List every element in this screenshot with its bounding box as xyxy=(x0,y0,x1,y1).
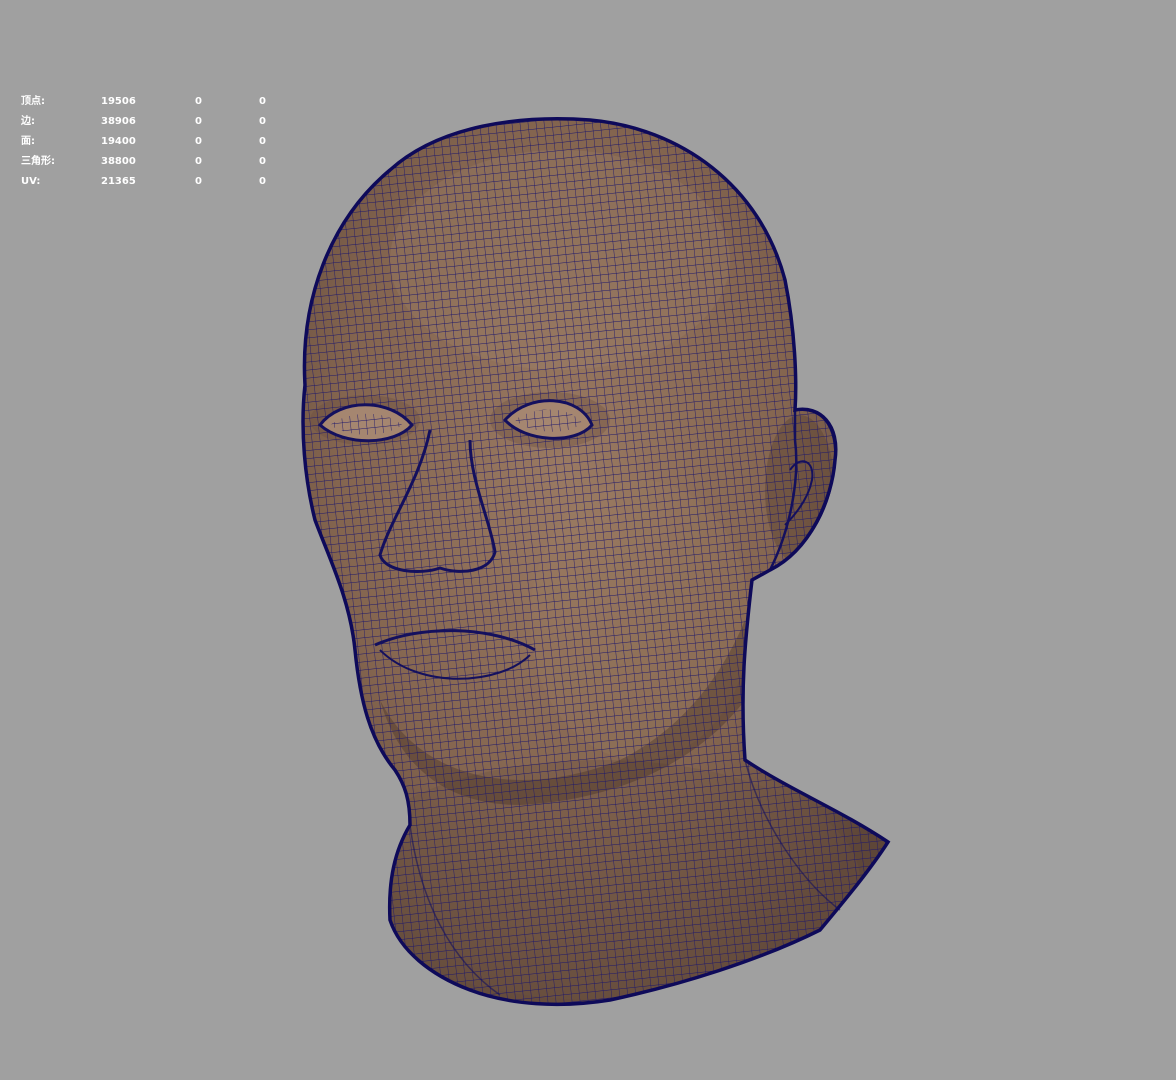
hud-label: 面: xyxy=(21,136,35,147)
hud-total-value: 19506 xyxy=(101,96,136,107)
hud-component-value: 0 xyxy=(259,96,266,107)
hud-label: UV: xyxy=(21,176,41,187)
hud-component-value: 0 xyxy=(259,176,266,187)
hud-label: 顶点: xyxy=(21,96,45,107)
hud-total-value: 21365 xyxy=(101,176,136,187)
hud-selected-value: 0 xyxy=(195,96,202,107)
3d-viewport[interactable]: 顶点: 19506 0 0 边: 38906 0 0 面: 19400 0 0 … xyxy=(0,0,1176,1080)
hud-component-value: 0 xyxy=(259,136,266,147)
poly-count-hud: 顶点: 19506 0 0 边: 38906 0 0 面: 19400 0 0 … xyxy=(21,95,281,195)
hud-row-uvs: UV: 21365 0 0 xyxy=(21,175,281,195)
hud-label: 三角形: xyxy=(21,156,55,167)
hud-total-value: 38906 xyxy=(101,116,136,127)
hud-component-value: 0 xyxy=(259,156,266,167)
hud-label: 边: xyxy=(21,116,35,127)
hud-selected-value: 0 xyxy=(195,176,202,187)
hud-row-faces: 面: 19400 0 0 xyxy=(21,135,281,155)
hud-row-vertices: 顶点: 19506 0 0 xyxy=(21,95,281,115)
hud-row-triangles: 三角形: 38800 0 0 xyxy=(21,155,281,175)
hud-selected-value: 0 xyxy=(195,156,202,167)
hud-row-edges: 边: 38906 0 0 xyxy=(21,115,281,135)
hud-selected-value: 0 xyxy=(195,116,202,127)
hud-total-value: 38800 xyxy=(101,156,136,167)
hud-total-value: 19400 xyxy=(101,136,136,147)
hud-selected-value: 0 xyxy=(195,136,202,147)
hud-component-value: 0 xyxy=(259,116,266,127)
